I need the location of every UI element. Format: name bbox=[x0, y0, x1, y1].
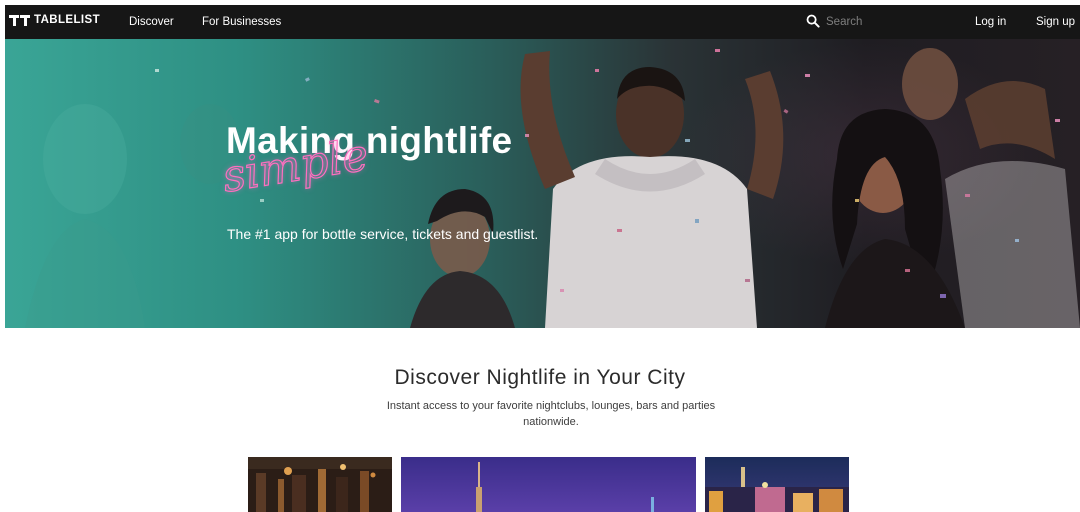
city-card-las-vegas[interactable] bbox=[705, 457, 849, 512]
nav-link-for-businesses[interactable]: For Businesses bbox=[202, 16, 281, 28]
search-icon[interactable] bbox=[806, 14, 820, 28]
las-vegas-strip-photo bbox=[705, 457, 849, 512]
tablelist-logo[interactable]: TABLELIST bbox=[9, 14, 100, 26]
login-link[interactable]: Log in bbox=[975, 16, 1006, 28]
nav-link-discover[interactable]: Discover bbox=[129, 16, 174, 28]
discover-section-title: Discover Nightlife in Your City bbox=[394, 366, 686, 389]
signup-link[interactable]: Sign up bbox=[1036, 16, 1075, 28]
search-input[interactable] bbox=[826, 13, 916, 31]
club-interior-photo bbox=[248, 457, 392, 512]
hero-banner: Making nightlife simple The #1 app for b… bbox=[5, 39, 1080, 328]
logo-text: TABLELIST bbox=[34, 14, 100, 26]
top-nav-bar: TABLELIST Discover For Businesses Log in… bbox=[5, 5, 1080, 39]
city-card-skyline[interactable] bbox=[401, 457, 696, 512]
hero-party-photo bbox=[25, 48, 1080, 328]
discover-section-description: Instant access to your favorite nightclu… bbox=[386, 400, 716, 428]
tablelist-logo-icon bbox=[9, 14, 30, 26]
city-card-club[interactable] bbox=[248, 457, 392, 512]
hero-subtitle: The #1 app for bottle service, tickets a… bbox=[227, 226, 539, 242]
city-night-skyline-photo bbox=[401, 457, 696, 512]
